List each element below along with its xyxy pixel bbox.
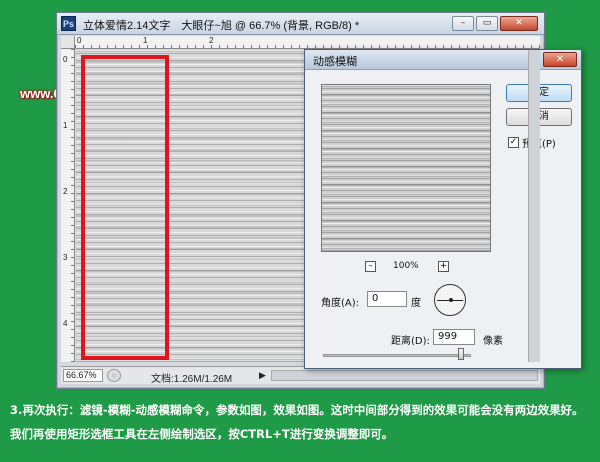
ruler-left-label: 1 xyxy=(63,121,68,130)
rectangle-selection[interactable] xyxy=(81,55,169,360)
angle-input[interactable]: 0 xyxy=(367,291,407,307)
distance-label: 距离(D): xyxy=(391,336,430,347)
close-button[interactable]: ✕ xyxy=(500,16,538,31)
horizontal-scrollbar[interactable] xyxy=(271,370,538,381)
ruler-left-label: 4 xyxy=(63,319,68,328)
zoom-level-field[interactable]: 66.67% xyxy=(63,369,103,382)
motion-blur-dialog: 动感模糊 ✕ 确定 取消 ✓ 预览(P) – 100% + 角度(A): 0 度… xyxy=(304,49,582,369)
horizontal-ruler[interactable]: 0 1 2 xyxy=(75,36,540,49)
distance-unit: 像素 xyxy=(483,336,503,347)
vertical-ruler[interactable]: 0 1 2 3 4 xyxy=(61,49,75,362)
ruler-top-label: 1 xyxy=(143,36,148,45)
vertical-scrollbar[interactable] xyxy=(528,50,540,362)
document-title: 立体爱情2.14文字 大眼仔~旭 @ 66.7% (背景, RGB/8) * xyxy=(83,20,360,32)
distance-slider-thumb[interactable] xyxy=(457,348,464,360)
preview-zoom-percent: 100% xyxy=(393,261,419,271)
ruler-origin[interactable] xyxy=(61,36,75,49)
filter-preview[interactable] xyxy=(321,84,491,252)
ruler-left-label: 3 xyxy=(63,253,68,262)
ruler-left-label: 2 xyxy=(63,187,68,196)
document-size: 文档:1.26M/1.26M xyxy=(151,374,233,385)
ruler-top-label: 0 xyxy=(77,36,82,45)
distance-input[interactable]: 999 xyxy=(433,329,475,345)
dialog-title: 动感模糊 xyxy=(313,55,357,68)
restore-button[interactable]: ▭ xyxy=(476,16,498,31)
preview-checkbox[interactable]: ✓ xyxy=(508,137,519,148)
status-info-icon[interactable]: ◌ xyxy=(107,369,121,382)
photoshop-document-window: Ps 立体爱情2.14文字 大眼仔~旭 @ 66.7% (背景, RGB/8) … xyxy=(56,12,582,389)
dialog-close-button[interactable]: ✕ xyxy=(543,52,577,67)
minimize-button[interactable]: – xyxy=(452,16,474,31)
ruler-top-label: 2 xyxy=(209,36,214,45)
tutorial-caption: 3.再次执行：滤镜-模糊-动感模糊命令，参数如图，效果如图。这时中间部分得到的效… xyxy=(10,403,584,441)
ruler-left-label: 0 xyxy=(63,55,68,64)
angle-dial[interactable] xyxy=(434,284,466,316)
distance-slider-track[interactable] xyxy=(323,354,471,357)
photoshop-logo-icon: Ps xyxy=(61,16,76,31)
zoom-in-button[interactable]: + xyxy=(438,261,449,272)
angle-label: 角度(A): xyxy=(321,298,360,309)
angle-dial-center xyxy=(449,298,453,302)
angle-unit: 度 xyxy=(411,298,421,309)
status-menu-arrow-icon[interactable]: ▶ xyxy=(259,370,266,381)
window-titlebar[interactable]: Ps 立体爱情2.14文字 大眼仔~旭 @ 66.7% (背景, RGB/8) … xyxy=(57,13,544,35)
zoom-out-button[interactable]: – xyxy=(365,261,376,272)
